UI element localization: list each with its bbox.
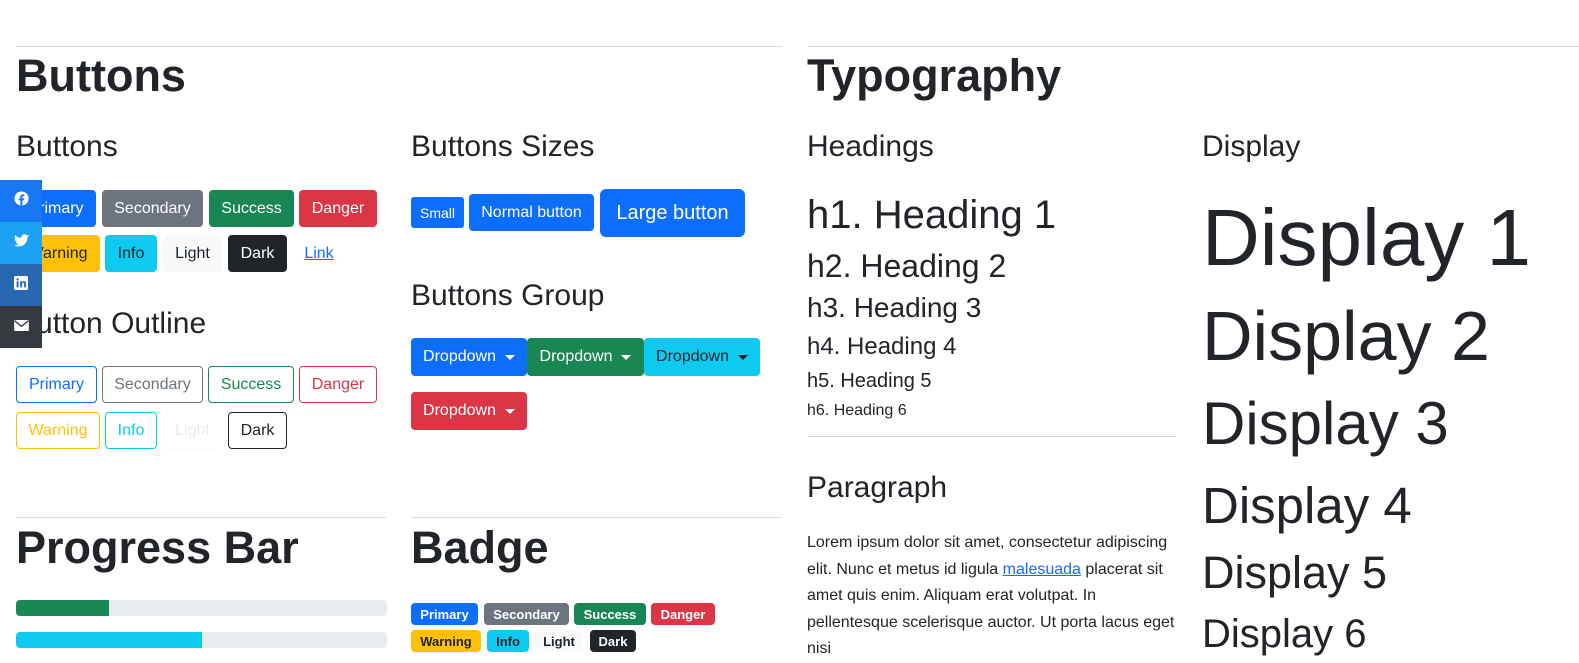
divider [16, 46, 782, 47]
progress-fill [16, 600, 109, 616]
divider [807, 436, 1177, 437]
twitter-icon [13, 234, 29, 252]
progress-bar-info [16, 632, 387, 648]
heading-3-sample: h3. Heading 3 [807, 292, 982, 323]
danger-button[interactable]: Danger [299, 190, 377, 227]
badge-light: Light [535, 630, 583, 652]
caret-down-icon [504, 408, 515, 414]
paragraph-subtitle: Paragraph [807, 471, 948, 504]
facebook-share-button[interactable] [0, 180, 42, 222]
linkedin-icon [14, 275, 28, 295]
outline-dark-button[interactable]: Dark [228, 412, 287, 449]
info-button[interactable]: Info [105, 235, 157, 272]
caret-down-icon [621, 354, 632, 360]
badge-success: Success [574, 603, 646, 625]
caret-down-icon [737, 354, 748, 360]
progress-bar-success [16, 600, 387, 616]
link-button[interactable]: Link [292, 235, 346, 272]
display-2-sample: Display 2 [1202, 297, 1490, 375]
badge-info: Info [487, 630, 529, 652]
divider [807, 46, 1579, 47]
typography-section-title: Typography [807, 50, 1062, 101]
buttons-sizes-subtitle: Buttons Sizes [411, 130, 595, 163]
heading-1-sample: h1. Heading 1 [807, 193, 1057, 237]
outline-primary-button[interactable]: Primary [16, 366, 97, 403]
outline-secondary-button[interactable]: Secondary [102, 366, 203, 403]
divider [16, 517, 386, 518]
dropdown-primary-button[interactable]: Dropdown [411, 338, 527, 376]
display-6-sample: Display 6 [1202, 612, 1367, 656]
display-4-sample: Display 4 [1202, 477, 1412, 534]
normal-button[interactable]: Normal button [469, 194, 594, 231]
progress-section-title: Progress Bar [16, 522, 299, 573]
outline-danger-button[interactable]: Danger [299, 366, 377, 403]
dropdown-label: Dropdown [423, 402, 496, 419]
badge-danger: Danger [651, 603, 715, 625]
outline-info-button[interactable]: Info [105, 412, 157, 449]
buttons-group-subtitle: Buttons Group [411, 279, 605, 312]
buttons-subtitle: Buttons [16, 130, 118, 163]
heading-6-sample: h6. Heading 6 [807, 402, 907, 419]
malesuada-link[interactable]: malesuada [1003, 561, 1081, 578]
dropdown-info-button[interactable]: Dropdown [644, 338, 760, 376]
secondary-button[interactable]: Secondary [102, 190, 203, 227]
light-button[interactable]: Light [163, 235, 222, 272]
display-3-sample: Display 3 [1202, 390, 1449, 457]
dark-button[interactable]: Dark [228, 235, 287, 272]
lorem-paragraph: Lorem ipsum dolor sit amet, consectetur … [807, 530, 1177, 663]
outline-success-button[interactable]: Success [208, 366, 294, 403]
heading-5-sample: h5. Heading 5 [807, 370, 932, 392]
large-button[interactable]: Large button [600, 189, 745, 237]
dropdown-label: Dropdown [539, 348, 613, 365]
small-button[interactable]: Small [411, 197, 464, 228]
headings-subtitle: Headings [807, 130, 934, 163]
outline-warning-button[interactable]: Warning [16, 412, 100, 449]
twitter-share-button[interactable] [0, 222, 42, 264]
linkedin-share-button[interactable] [0, 264, 42, 306]
dropdown-label: Dropdown [423, 348, 496, 365]
badge-secondary: Secondary [484, 603, 569, 625]
dropdown-danger-button[interactable]: Dropdown [411, 392, 527, 430]
facebook-icon [13, 191, 29, 211]
dropdown-success-button[interactable]: Dropdown [527, 338, 644, 376]
display-5-sample: Display 5 [1202, 547, 1388, 598]
badge-section-title: Badge [411, 522, 549, 573]
outline-light-button[interactable]: Light [163, 412, 222, 449]
email-icon [13, 318, 29, 336]
buttons-section-title: Buttons [16, 50, 186, 101]
heading-2-sample: h2. Heading 2 [807, 248, 1007, 284]
progress-fill [16, 632, 202, 648]
badge-dark: Dark [590, 630, 636, 652]
display-1-sample: Display 1 [1202, 193, 1532, 282]
badge-primary: Primary [411, 603, 478, 625]
dropdown-label: Dropdown [656, 348, 729, 365]
button-outline-subtitle: Button Outline [16, 307, 207, 340]
success-button[interactable]: Success [209, 190, 294, 227]
caret-down-icon [504, 354, 515, 360]
divider [411, 517, 782, 518]
badge-warning: Warning [411, 630, 481, 652]
heading-4-sample: h4. Heading 4 [807, 333, 957, 360]
display-subtitle: Display [1202, 130, 1301, 163]
email-share-button[interactable] [0, 306, 42, 348]
